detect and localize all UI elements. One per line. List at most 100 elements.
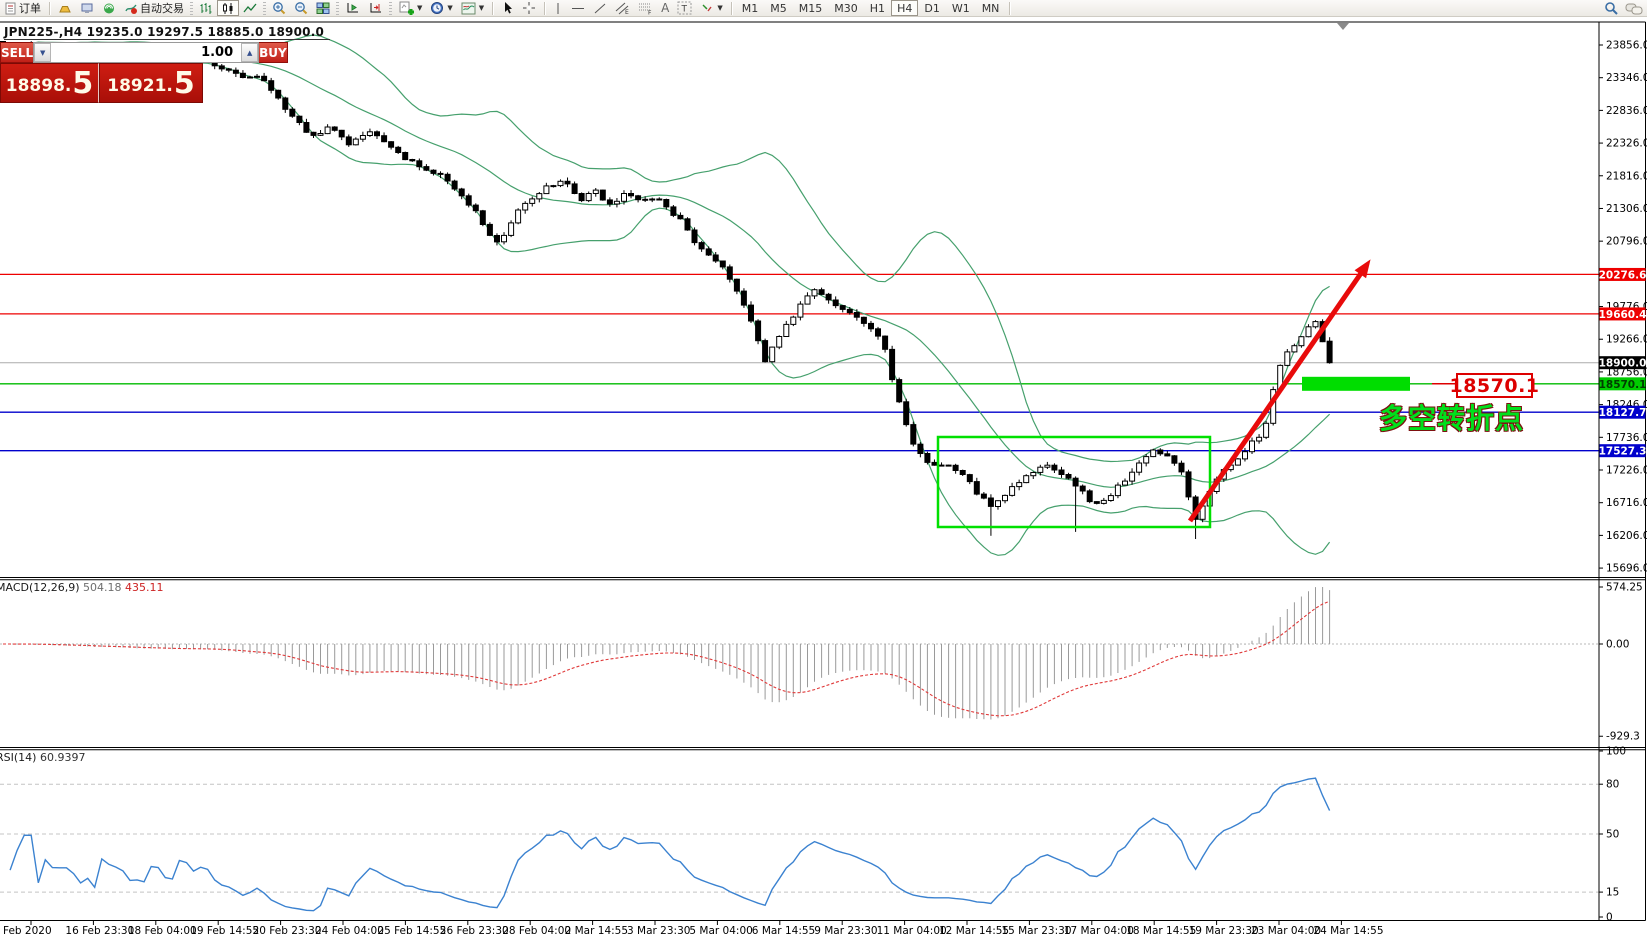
- time-label: 28 Feb 04:00: [502, 925, 571, 937]
- svg-text:20796.0: 20796.0: [1606, 236, 1647, 248]
- timeframe-W1[interactable]: W1: [946, 0, 976, 16]
- trendline-icon: [593, 2, 607, 15]
- zoom-in-button[interactable]: [268, 0, 290, 16]
- autotrading-label: 自动交易: [140, 0, 184, 16]
- candles-layer: [1, 41, 1333, 539]
- rsi-value: 60.9397: [40, 751, 86, 764]
- indicators-button[interactable]: ▼: [394, 0, 426, 16]
- svg-text:22326.0: 22326.0: [1606, 138, 1647, 150]
- text-tool-button[interactable]: A: [657, 0, 673, 16]
- ask-price-main: 18921: [107, 73, 166, 99]
- chart-shift-button[interactable]: [364, 0, 387, 16]
- timeframe-M5[interactable]: M5: [764, 0, 793, 16]
- svg-text:23346.0: 23346.0: [1606, 72, 1647, 84]
- arrows-icon: [700, 2, 714, 15]
- svg-text:-929.3: -929.3: [1606, 731, 1640, 743]
- signals-button[interactable]: [98, 0, 120, 16]
- zoom-out-button[interactable]: [290, 0, 312, 16]
- macd-pane-layer: [0, 587, 1599, 720]
- macd-value-signal: 435.11: [125, 581, 164, 594]
- svg-text:16206.0: 16206.0: [1606, 530, 1647, 542]
- time-label: 17 Mar 04:00: [1064, 925, 1134, 937]
- templates-icon: [461, 2, 476, 15]
- bar-chart-button[interactable]: [195, 0, 217, 16]
- trendline-tool-button[interactable]: [589, 0, 611, 16]
- buy-button[interactable]: BUY: [259, 42, 288, 63]
- vline-tool-button[interactable]: [549, 0, 567, 16]
- time-label: 26 Feb 23:30: [440, 925, 509, 937]
- text-label-icon: T: [677, 1, 692, 15]
- trend-arrow[interactable]: [1190, 266, 1366, 521]
- turning-point-note[interactable]: 多空转折点: [1379, 397, 1524, 437]
- timeframe-H4[interactable]: H4: [891, 0, 918, 16]
- svg-text:17736.0: 17736.0: [1606, 432, 1647, 444]
- timeframe-MN[interactable]: MN: [976, 0, 1006, 16]
- order-icon: [4, 2, 17, 15]
- timeframe-M30[interactable]: M30: [828, 0, 864, 16]
- bid-price-main: 18898: [6, 73, 65, 99]
- new-order-button[interactable]: 订单: [0, 0, 45, 16]
- ask-price-frac: 5: [174, 69, 195, 99]
- indicators-icon: [398, 1, 414, 16]
- arrows-tool-button[interactable]: ▼: [696, 0, 726, 16]
- autotrading-button[interactable]: 自动交易: [120, 0, 188, 16]
- time-label: 15 Mar 23:30: [1001, 925, 1071, 937]
- sell-button[interactable]: SELL: [0, 42, 33, 63]
- chart-title: JPN225-,H4 19235.0 19297.5 18885.0 18900…: [4, 25, 330, 40]
- pane-borders-layer: [0, 22, 1646, 921]
- svg-text:0: 0: [1606, 912, 1613, 924]
- timeframe-M15[interactable]: M15: [793, 0, 829, 16]
- ask-price-panel[interactable]: 18921.5: [99, 63, 203, 103]
- chart-shift-marker[interactable]: [1337, 23, 1349, 30]
- rsi-pane-layer: [0, 778, 1599, 911]
- label-tool-button[interactable]: T: [673, 0, 696, 16]
- fibonacci-tool-button[interactable]: F: [634, 0, 657, 16]
- support-band[interactable]: [1302, 377, 1410, 391]
- templates-button[interactable]: ▼: [457, 0, 488, 16]
- terminal-button[interactable]: [76, 0, 98, 16]
- cursor-icon: [501, 1, 514, 15]
- svg-text:18570.1: 18570.1: [1599, 379, 1647, 391]
- time-label: 18 Mar 14:55: [1126, 925, 1196, 937]
- timeframe-D1[interactable]: D1: [918, 0, 945, 16]
- tile-windows-button[interactable]: [312, 0, 334, 16]
- svg-text:18127.7: 18127.7: [1599, 407, 1647, 419]
- time-label: 19 Mar 23:30: [1189, 925, 1259, 937]
- vline-icon: [553, 2, 563, 15]
- bid-price-panel[interactable]: 18898.5: [0, 63, 99, 103]
- bid-price-frac: 5: [72, 69, 93, 99]
- volume-input[interactable]: [51, 43, 241, 62]
- svg-text:0.00: 0.00: [1606, 639, 1629, 651]
- gold-icon: [58, 2, 72, 15]
- cursor-tool-button[interactable]: [497, 0, 518, 16]
- svg-text:21816.0: 21816.0: [1606, 170, 1647, 182]
- crosshair-tool-button[interactable]: [518, 0, 540, 16]
- channel-tool-button[interactable]: E: [611, 0, 634, 16]
- chat-icon[interactable]: [1625, 2, 1643, 16]
- time-label: 24 Mar 14:55: [1313, 925, 1383, 937]
- timeframe-group: M1M5M15M30H1H4D1W1MN: [736, 0, 1006, 16]
- time-label: 5 Mar 04:00: [689, 925, 752, 937]
- svg-text:22836.0: 22836.0: [1606, 105, 1647, 117]
- rsi-label: RSI(14) 60.9397: [0, 751, 85, 764]
- chart-canvas[interactable]: 23856.023346.022836.022326.021816.021306…: [0, 0, 1647, 940]
- channel-icon: E: [615, 1, 630, 15]
- periods-button[interactable]: ▼: [426, 0, 456, 16]
- svg-text:100: 100: [1606, 746, 1626, 758]
- timeframe-H1[interactable]: H1: [864, 0, 891, 16]
- volume-increase-button[interactable]: ▲: [241, 43, 258, 62]
- autotrading-icon: [124, 2, 138, 15]
- timeframe-M1[interactable]: M1: [736, 0, 765, 16]
- hline-tool-button[interactable]: [567, 0, 589, 16]
- search-icon[interactable]: [1604, 1, 1619, 16]
- chart-shift-icon: [368, 1, 383, 15]
- support-level-price-label[interactable]: 18570.1: [1456, 373, 1533, 398]
- candlestick-chart-button[interactable]: [217, 0, 239, 16]
- history-center-button[interactable]: [54, 0, 76, 16]
- text-a-icon: A: [661, 1, 669, 15]
- volume-decrease-button[interactable]: ▼: [34, 43, 51, 62]
- line-chart-button[interactable]: [239, 0, 261, 16]
- signals-icon: [102, 2, 116, 15]
- auto-scroll-button[interactable]: [341, 0, 364, 16]
- svg-text:21306.0: 21306.0: [1606, 203, 1647, 215]
